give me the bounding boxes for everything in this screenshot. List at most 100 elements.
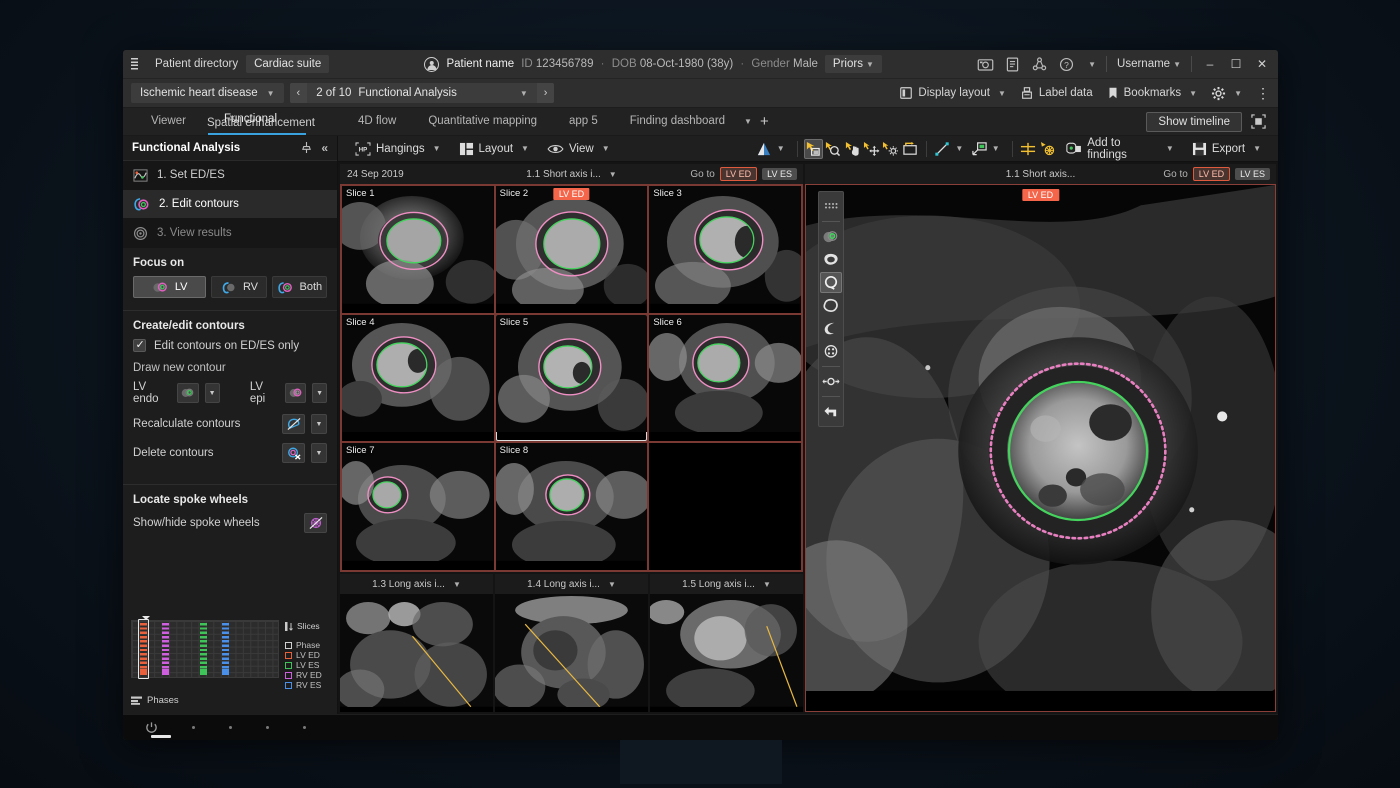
fullscreen-icon[interactable] (1251, 114, 1266, 129)
focus-lv-button[interactable]: LV (133, 276, 207, 298)
username-dropdown[interactable]: Username ▼ (1117, 58, 1181, 70)
collapse-sidebar-icon[interactable]: « (321, 141, 328, 155)
long-axis-pane[interactable]: 1.5 Long axis i... ▼ (650, 574, 803, 712)
goto-lv-ed-button[interactable]: LV ED (719, 167, 758, 181)
long-axis-title[interactable]: 1.3 Long axis i... ▼ (347, 579, 486, 590)
window-level-icon[interactable] (754, 139, 773, 159)
sidebar-item-view-results[interactable]: 3. View results (123, 219, 337, 248)
goto-lv-es-button[interactable]: LV ES (762, 168, 797, 180)
delete-contours-dropdown[interactable]: ▼ (311, 443, 327, 463)
tab-overlap-group[interactable]: Spatial enhancement Functional × (202, 108, 342, 135)
long-axis-pane[interactable]: 1.4 Long axis i... ▼ (495, 574, 648, 712)
measure-caret-icon[interactable]: ▼ (955, 144, 963, 153)
patient-directory-label[interactable]: Patient directory (155, 58, 238, 70)
study-selector[interactable]: 2 of 10 Functional Analysis ▼ (307, 83, 537, 103)
overflow-menu-button[interactable]: ⋮ (1256, 86, 1270, 100)
pan-select-icon[interactable] (803, 138, 824, 159)
long-axis-pane[interactable]: 1.3 Long axis i... ▼ (340, 574, 493, 712)
tab-overflow-caret-icon[interactable]: ▼ (744, 117, 752, 126)
slice-thumbnail[interactable]: Slice 8 (495, 443, 648, 570)
blob-contour-icon[interactable] (820, 295, 842, 316)
long-axis-image[interactable] (340, 594, 493, 712)
next-study-button[interactable]: › (536, 83, 555, 103)
show-timeline-button[interactable]: Show timeline (1146, 111, 1242, 132)
export-button[interactable]: Export ▼ (1183, 136, 1270, 162)
move-icon[interactable] (862, 139, 881, 159)
lv-epi-tool-button[interactable] (284, 383, 307, 403)
lv-endo-tool-button[interactable] (177, 383, 199, 403)
grip-handle-icon[interactable] (820, 196, 842, 217)
recalculate-dropdown[interactable]: ▼ (311, 414, 327, 434)
show-hide-spoke-wheels-button[interactable] (304, 513, 327, 533)
edit-on-ed-es-checkbox[interactable] (133, 338, 146, 352)
phase-slice-grid[interactable] (131, 616, 279, 679)
slice-thumbnail[interactable]: Slice 6 (649, 314, 801, 442)
goto-lv-es-button[interactable]: LV ES (1235, 168, 1270, 180)
freehand-contour-icon[interactable] (820, 249, 842, 270)
sidebar-item-set-ed-es[interactable]: 1. Set ED/ES (123, 161, 337, 190)
disease-dropdown[interactable]: Ischemic heart disease ▼ (131, 83, 284, 103)
focus-both-button[interactable]: Both (271, 276, 327, 298)
tab-quantitative-mapping[interactable]: Quantitative mapping (412, 108, 553, 135)
share-icon[interactable] (1031, 56, 1048, 73)
contrast-icon[interactable] (881, 139, 900, 159)
view-button[interactable]: View ▼ (538, 136, 619, 162)
tab-finding-dashboard[interactable]: Finding dashboard (614, 108, 741, 135)
phase-column-lv-ed[interactable] (138, 616, 150, 679)
crosshair-icon[interactable] (1019, 139, 1038, 159)
slice-thumbnail[interactable]: Slice 3 (649, 186, 801, 313)
spoke-wheel-tool-icon[interactable] (1038, 139, 1057, 159)
phase-column-rv-es[interactable] (222, 623, 229, 675)
prev-study-button[interactable]: ‹ (289, 83, 308, 103)
maximize-button[interactable]: ☐ (1228, 57, 1244, 71)
priors-dropdown[interactable]: Priors ▼ (824, 55, 882, 73)
slice-thumbnail-empty[interactable] (649, 443, 801, 570)
window-level-caret-icon[interactable]: ▼ (777, 144, 785, 153)
layout-button[interactable]: Layout ▼ (450, 136, 538, 162)
add-to-findings-button[interactable]: Add to findings ▼ (1057, 136, 1182, 162)
bookmarks-button[interactable]: Bookmarks ▼ (1107, 86, 1197, 100)
long-axis-image[interactable] (495, 594, 648, 712)
recalculate-button[interactable] (282, 414, 305, 434)
lv-endo-dropdown[interactable]: ▼ (204, 383, 220, 403)
long-axis-title[interactable]: 1.5 Long axis i... ▼ (657, 579, 796, 590)
measure-line-icon[interactable] (933, 139, 952, 159)
annotate-caret-icon[interactable]: ▼ (992, 144, 1000, 153)
close-button[interactable]: ✕ (1254, 57, 1270, 71)
annotate-icon[interactable] (969, 139, 988, 159)
add-tab-button[interactable]: + (752, 113, 777, 130)
minimize-button[interactable]: – (1202, 57, 1218, 71)
undo-icon[interactable] (820, 401, 842, 422)
sidebar-item-edit-contours[interactable]: 2. Edit contours (123, 190, 337, 219)
label-data-button[interactable]: Label data (1020, 86, 1093, 100)
long-axis-image[interactable] (650, 594, 803, 712)
cardiac-suite-button[interactable]: Cardiac suite (246, 55, 330, 73)
tab-viewer[interactable]: Viewer (135, 108, 202, 135)
power-icon[interactable] (145, 721, 158, 734)
crescent-contour-icon[interactable] (820, 318, 842, 339)
slice-thumbnail[interactable]: Slice 7 (342, 443, 494, 570)
endo-contour-icon[interactable] (820, 226, 842, 247)
pin-icon[interactable] (301, 141, 312, 155)
display-layout-button[interactable]: Display layout ▼ (899, 86, 1006, 100)
tab-4d-flow[interactable]: 4D flow (342, 108, 412, 135)
circle-contour-icon[interactable] (820, 272, 842, 293)
slice-thumbnail[interactable]: Slice 1 (342, 186, 494, 313)
help-caret-icon[interactable]: ▼ (1088, 60, 1096, 69)
spoke-wheel-icon[interactable] (820, 341, 842, 362)
pan-hand-icon[interactable] (843, 139, 862, 159)
reset-icon[interactable] (901, 139, 920, 159)
nudge-icon[interactable] (820, 371, 842, 392)
zoom-icon[interactable] (823, 139, 842, 159)
goto-lv-ed-button[interactable]: LV ED (1192, 167, 1231, 181)
main-image-viewport[interactable]: LV ED (805, 184, 1276, 712)
camera-icon[interactable] (977, 56, 994, 73)
phase-column-rv-ed[interactable] (162, 623, 169, 675)
slice-thumbnail[interactable]: Slice 4 (342, 314, 494, 442)
help-icon[interactable]: ? (1058, 56, 1075, 73)
hangings-button[interactable]: HP Hangings ▼ (346, 136, 450, 162)
focus-rv-button[interactable]: RV (211, 276, 267, 298)
phase-column-selector[interactable] (138, 616, 150, 679)
long-axis-title[interactable]: 1.4 Long axis i... ▼ (502, 579, 641, 590)
slice-thumbnail[interactable]: Slice 5 (495, 314, 648, 442)
